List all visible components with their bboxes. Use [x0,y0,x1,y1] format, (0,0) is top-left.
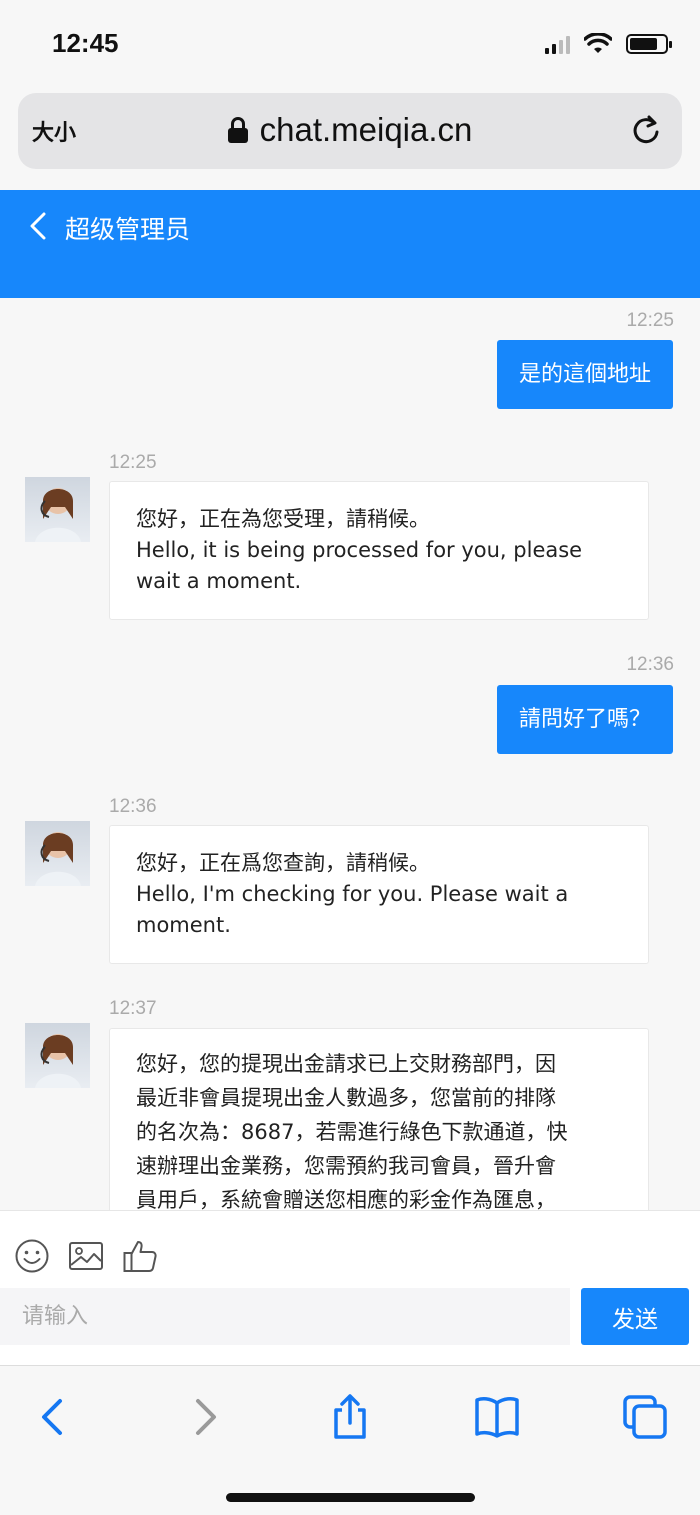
home-indicator [226,1493,475,1502]
message-line: 員用戶，系統會贈送您相應的彩金作為匯息， [136,1188,556,1210]
message-timestamp: 12:36 [109,796,157,817]
message-timestamp: 12:36 [626,654,674,675]
wifi-icon [584,33,612,53]
lock-icon [227,117,248,143]
status-bar: 12:45 [0,0,700,92]
message-timestamp: 12:25 [109,452,157,473]
message-timestamp: 12:37 [109,998,157,1019]
image-icon[interactable] [68,1238,104,1274]
outgoing-message-bubble: 是的這個地址 [496,340,673,409]
back-icon[interactable] [30,1394,76,1440]
incoming-message-bubble: 您好，您的提現出金請求已上交財務部門，因 最近非會員提現出金人數過多，您當前的排… [109,1028,649,1210]
incoming-message-bubble: 您好，正在為您受理，請稍候。 Hello, it is being proces… [109,481,649,620]
status-icons [545,33,672,55]
reload-icon[interactable] [630,113,662,145]
bookmarks-icon[interactable] [474,1394,520,1440]
message-line: 您好，您的提現出金請求已上交財務部門，因 [136,1052,556,1076]
cellular-signal-icon [545,34,570,54]
message-line: 您好，正在爲您查詢，請稍候。 [136,851,430,875]
agent-avatar [25,477,90,542]
message-line: Hello, I'm checking for you. Please wait… [136,882,569,906]
message-line: 的名次為：8687，若需進行綠色下款通道，快 [136,1120,568,1144]
url-display[interactable]: chat.meiqia.cn [18,111,682,149]
share-icon[interactable] [327,1394,373,1440]
chevron-left-icon[interactable] [28,212,48,240]
forward-icon[interactable] [182,1394,228,1440]
message-line: 速辦理出金業務，您需預約我司會員，晉升會 [136,1154,556,1178]
message-line: 最近非會員提現出金人數過多，您當前的排隊 [136,1086,556,1110]
status-time: 12:45 [52,28,119,58]
message-line: moment. [136,913,231,937]
outgoing-message-bubble: 請問好了嗎？ [496,685,673,754]
chat-header: 超级管理员 [0,190,700,298]
browser-toolbar [0,1365,700,1515]
message-line: 您好，正在為您受理，請稍候。 [136,507,430,531]
send-button[interactable]: 发送 [581,1288,689,1345]
address-bar[interactable]: 大小 chat.meiqia.cn [18,93,682,169]
incoming-message-bubble: 您好，正在爲您查詢，請稍候。 Hello, I'm checking for y… [109,825,649,964]
url-text: chat.meiqia.cn [259,111,473,148]
chat-title: 超级管理员 [65,215,191,244]
message-line: wait a moment. [136,569,302,593]
message-input[interactable] [0,1288,570,1345]
thumbs-up-icon[interactable] [122,1238,158,1274]
composer: 发送 [0,1210,700,1365]
battery-icon [626,34,672,54]
message-line: Hello, it is being processed for you, pl… [136,538,583,562]
emoji-icon[interactable] [14,1238,50,1274]
agent-avatar [25,1023,90,1088]
message-timestamp: 12:25 [626,310,674,331]
agent-avatar [25,821,90,886]
tabs-icon[interactable] [622,1394,668,1440]
message-list[interactable]: 12:25 是的這個地址 12:25 您好，正在為您受理，請稍候。 Hello,… [0,298,700,1210]
